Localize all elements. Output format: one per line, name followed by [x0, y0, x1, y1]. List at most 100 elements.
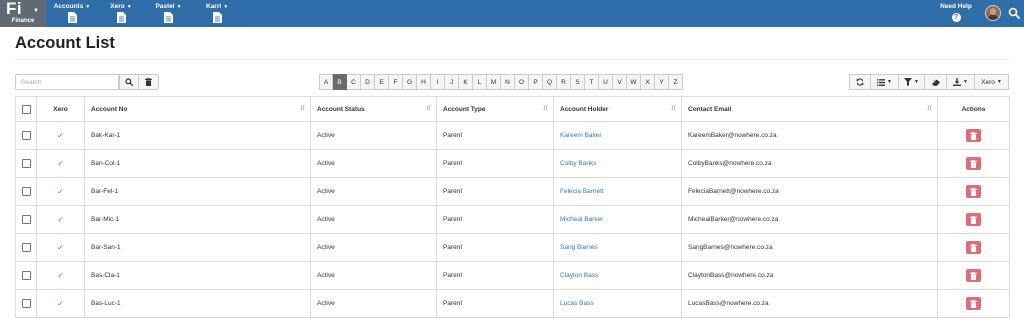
nav-item-xero[interactable]: Xero ▼ — [110, 0, 132, 27]
download-icon — [953, 78, 962, 86]
delete-button[interactable] — [966, 129, 981, 142]
alphabet-letter-d[interactable]: D — [361, 74, 375, 90]
trash-icon — [970, 160, 977, 168]
alphabet-letter-w[interactable]: W — [627, 74, 641, 90]
account-holder-link[interactable]: Sang Barnes — [560, 244, 598, 251]
alphabet-letter-p[interactable]: P — [529, 74, 543, 90]
table-row[interactable]: ✓ Ban-Col-1 Active Parent Colby Banks ColbyBa… — [15, 149, 1010, 178]
alphabet-letter-b[interactable]: B — [333, 74, 347, 90]
alphabet-letter-a[interactable]: A — [319, 74, 333, 90]
select-all-checkbox[interactable] — [21, 104, 31, 114]
xero-synced-cell: ✓ — [36, 261, 85, 290]
column-header-account-no[interactable]: Account No — [84, 96, 311, 122]
delete-button[interactable] — [966, 157, 981, 170]
nav-item-karri[interactable]: Karri ▼ — [206, 0, 228, 27]
delete-button[interactable] — [966, 241, 981, 254]
alphabet-letter-o[interactable]: O — [515, 74, 529, 90]
column-header-account-status[interactable]: Account Status — [310, 96, 437, 122]
filter-dropdown[interactable]: ▼ — [899, 74, 925, 90]
xero-dropdown[interactable]: Xero ▼ — [975, 74, 1009, 90]
account-holder-link[interactable]: Clayton Bass — [560, 272, 598, 279]
search-input[interactable] — [15, 74, 119, 90]
row-checkbox[interactable] — [21, 299, 31, 308]
table-row[interactable]: ✓ Bas-Luc-1 Active Parent Lucas Bass LucasBas… — [15, 289, 1010, 318]
export-dropdown[interactable]: ▼ — [947, 74, 975, 90]
alphabet-letter-c[interactable]: C — [347, 74, 361, 90]
row-select-cell[interactable] — [15, 149, 37, 178]
nav-item-accounts[interactable]: Accounts ▼ — [53, 0, 91, 27]
delete-button[interactable] — [966, 269, 981, 282]
nav-item-label: Xero ▼ — [110, 3, 132, 10]
contact-email-cell: ColbyBanks@nowhere.co.za — [681, 149, 938, 178]
account-holder-link[interactable]: Felecia Barnett — [560, 188, 604, 195]
chevron-down-icon: ▼ — [963, 79, 968, 85]
account-holder-link[interactable]: Lucas Bass — [560, 300, 594, 307]
trash-icon — [970, 300, 977, 308]
row-checkbox[interactable] — [21, 215, 31, 224]
column-header-account-type[interactable]: Account Type — [436, 96, 554, 122]
table-toolbar: ▼ ▼ ▼ Xero ▼ — [849, 74, 1009, 90]
table-row[interactable]: ✓ Bas-Cla-1 Active Parent Clayton Bass Clayto… — [15, 261, 1010, 290]
row-checkbox[interactable] — [21, 243, 31, 252]
account-type-cell: Parent — [436, 233, 554, 262]
select-all-header[interactable] — [15, 96, 37, 122]
row-checkbox[interactable] — [21, 159, 31, 168]
search-icon[interactable] — [1008, 7, 1020, 19]
clear-filters-button[interactable] — [925, 74, 947, 90]
column-header-account-holder[interactable]: Account Holder — [553, 96, 682, 122]
alphabet-letter-g[interactable]: G — [403, 74, 417, 90]
row-checkbox[interactable] — [21, 187, 31, 196]
alphabet-letter-j[interactable]: J — [445, 74, 459, 90]
alphabet-letter-r[interactable]: R — [557, 74, 571, 90]
account-status-cell: Active — [310, 121, 437, 150]
alphabet-letter-f[interactable]: F — [389, 74, 403, 90]
nav-item-pastel[interactable]: Pastel ▼ — [155, 0, 182, 27]
account-holder-link[interactable]: Micheal Barker — [560, 216, 603, 223]
table-row[interactable]: ✓ Bak-Kar-1 Active Parent Kareem Baker Kareem… — [15, 121, 1010, 150]
account-holder-link[interactable]: Colby Banks — [560, 160, 597, 167]
delete-button[interactable] — [966, 297, 981, 310]
columns-dropdown[interactable]: ▼ — [871, 74, 899, 90]
alphabet-letter-h[interactable]: H — [417, 74, 431, 90]
row-checkbox[interactable] — [21, 271, 31, 280]
column-header-xero[interactable]: Xero — [36, 96, 85, 122]
row-select-cell[interactable] — [15, 289, 37, 318]
delete-button[interactable] — [966, 185, 981, 198]
column-header-contact-email[interactable]: Contact Email — [681, 96, 938, 122]
row-select-cell[interactable] — [15, 233, 37, 262]
clear-search-button[interactable] — [139, 74, 159, 90]
alphabet-letter-u[interactable]: U — [599, 74, 613, 90]
search-button[interactable] — [119, 74, 139, 90]
alphabet-letter-n[interactable]: N — [501, 74, 515, 90]
table-row[interactable]: ✓ Bar-Fel-1 Active Parent Felecia Barnett Fel… — [15, 177, 1010, 206]
alphabet-letter-v[interactable]: V — [613, 74, 627, 90]
delete-button[interactable] — [966, 213, 981, 226]
alphabet-letter-e[interactable]: E — [375, 74, 389, 90]
alphabet-letter-q[interactable]: Q — [543, 74, 557, 90]
account-type-cell: Parent — [436, 205, 554, 234]
row-checkbox[interactable] — [21, 131, 31, 140]
row-select-cell[interactable] — [15, 205, 37, 234]
need-help-button[interactable]: Need Help ? — [936, 3, 976, 22]
row-select-cell[interactable] — [15, 121, 37, 150]
row-select-cell[interactable] — [15, 177, 37, 206]
refresh-button[interactable] — [849, 74, 871, 90]
alphabet-letter-y[interactable]: Y — [655, 74, 669, 90]
brand-logo[interactable]: Fi ▼ Finance — [0, 0, 46, 27]
alphabet-letter-k[interactable]: K — [459, 74, 473, 90]
checkmark-icon: ✓ — [57, 215, 64, 224]
alphabet-letter-i[interactable]: I — [431, 74, 445, 90]
alphabet-letter-t[interactable]: T — [585, 74, 599, 90]
account-holder-link[interactable]: Kareem Baker — [560, 132, 602, 139]
nav-item-text: Accounts — [53, 3, 84, 10]
alphabet-letter-s[interactable]: S — [571, 74, 585, 90]
user-avatar[interactable] — [985, 5, 1001, 21]
account-holder-cell: Felecia Barnett — [553, 177, 682, 206]
alphabet-letter-z[interactable]: Z — [669, 74, 683, 90]
alphabet-letter-x[interactable]: X — [641, 74, 655, 90]
alphabet-letter-l[interactable]: L — [473, 74, 487, 90]
row-select-cell[interactable] — [15, 261, 37, 290]
table-row[interactable]: ✓ Bar-San-1 Active Parent Sang Barnes SangBar… — [15, 233, 1010, 262]
table-row[interactable]: ✓ Bar-Mic-1 Active Parent Micheal Barker Mich… — [15, 205, 1010, 234]
alphabet-letter-m[interactable]: M — [487, 74, 501, 90]
